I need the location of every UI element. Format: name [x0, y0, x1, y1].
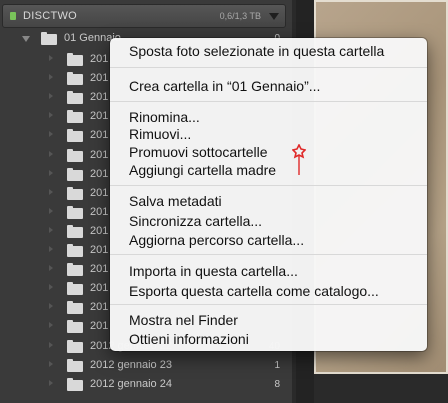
- drive-header[interactable]: DISCTWO 0,6/1,3 TB: [2, 4, 286, 28]
- menu-separator: [110, 185, 427, 186]
- folder-icon: [67, 205, 83, 219]
- disclosure-right-icon[interactable]: [49, 188, 53, 195]
- context-menu: Sposta foto selezionate in questa cartel…: [110, 38, 427, 351]
- disclosure-right-icon[interactable]: [49, 360, 53, 367]
- menu-item-move-photos[interactable]: Sposta foto selezionate in questa cartel…: [129, 43, 384, 59]
- menu-item-export-catalog[interactable]: Esporta questa cartella come catalogo...: [129, 283, 379, 299]
- folder-icon: [67, 72, 83, 86]
- disclosure-right-icon[interactable]: [49, 303, 53, 310]
- folder-icon: [67, 358, 83, 372]
- folder-icon: [67, 186, 83, 200]
- menu-item-add-parent-folder[interactable]: Aggiungi cartella madre: [129, 162, 276, 178]
- folder-icon: [67, 53, 83, 66]
- disclosure-right-icon[interactable]: [49, 226, 53, 233]
- menu-separator: [110, 254, 427, 255]
- folder-label: 201: [90, 205, 109, 218]
- folder-count: 1: [274, 359, 280, 371]
- folder-label: 201: [90, 224, 109, 237]
- folder-label: 201: [90, 167, 109, 180]
- folder-label: 201: [90, 263, 109, 276]
- folder-icon: [67, 129, 83, 143]
- folder-label: 201: [90, 53, 109, 65]
- menu-item-remove[interactable]: Rimuovi...: [129, 126, 191, 142]
- disclosure-right-icon[interactable]: [49, 322, 53, 329]
- drive-status-icon: [10, 12, 16, 20]
- folder-label: 201: [90, 110, 109, 123]
- folder-label: 2012 gennaio 23: [90, 358, 172, 371]
- menu-item-create-folder[interactable]: Crea cartella in “01 Gennaio”...: [129, 78, 320, 94]
- folder-label: 201: [90, 320, 109, 333]
- folder-icon: [67, 244, 83, 257]
- disclosure-right-icon[interactable]: [49, 379, 53, 386]
- disclosure-right-icon[interactable]: [49, 207, 53, 214]
- folder-label: 201: [90, 244, 109, 256]
- folder-row[interactable]: 2012 gennaio 24 8: [0, 375, 292, 394]
- disclosure-right-icon[interactable]: [49, 150, 53, 157]
- folder-label: 201: [90, 186, 109, 199]
- disclosure-right-icon[interactable]: [49, 246, 53, 252]
- disclosure-right-icon[interactable]: [49, 131, 53, 138]
- folder-icon: [41, 32, 57, 45]
- menu-item-rename[interactable]: Rinomina...: [129, 109, 200, 125]
- folder-label: 201: [90, 72, 109, 85]
- folder-icon: [67, 320, 83, 334]
- folder-label: 201: [90, 148, 109, 161]
- folder-icon: [67, 263, 83, 277]
- folder-icon: [67, 91, 83, 105]
- disclosure-right-icon[interactable]: [49, 169, 53, 176]
- disclosure-right-icon[interactable]: [49, 112, 53, 119]
- folder-icon: [67, 148, 83, 162]
- disclosure-right-icon[interactable]: [49, 265, 53, 272]
- disclosure-right-icon[interactable]: [49, 284, 53, 291]
- map-pin-icon: [292, 144, 306, 175]
- menu-item-sync-folder[interactable]: Sincronizza cartella...: [129, 213, 262, 229]
- drive-menu-arrow-icon[interactable]: [269, 13, 279, 20]
- menu-separator: [110, 304, 427, 305]
- folder-label: 201: [90, 301, 109, 314]
- folder-label: 201: [90, 129, 109, 142]
- folder-icon: [67, 301, 83, 315]
- folder-icon: [67, 339, 83, 353]
- folder-label: 201: [90, 91, 109, 104]
- menu-separator: [110, 101, 427, 102]
- folder-label: 201: [90, 282, 109, 295]
- menu-item-update-folder-path[interactable]: Aggiorna percorso cartella...: [129, 232, 304, 248]
- disclosure-right-icon[interactable]: [49, 93, 53, 100]
- menu-item-promote-subfolders[interactable]: Promuovi sottocartelle: [129, 144, 268, 160]
- menu-item-import-here[interactable]: Importa in questa cartella...: [129, 263, 298, 279]
- drive-size: 0,6/1,3 TB: [219, 11, 261, 21]
- drive-name: DISCTWO: [23, 10, 78, 22]
- disclosure-right-icon[interactable]: [49, 341, 53, 348]
- folder-icon: [67, 110, 83, 124]
- disclosure-right-icon[interactable]: [49, 55, 53, 61]
- menu-item-save-metadata[interactable]: Salva metadati: [129, 193, 222, 209]
- folder-icon: [67, 282, 83, 296]
- folder-count: 8: [274, 378, 280, 390]
- disclosure-right-icon[interactable]: [49, 74, 53, 81]
- folder-label: 2012 gennaio 24: [90, 377, 172, 390]
- folder-row[interactable]: 2012 gennaio 23 1: [0, 356, 292, 375]
- menu-separator: [110, 67, 427, 68]
- folder-icon: [67, 377, 83, 391]
- folder-icon: [67, 167, 83, 181]
- folder-icon: [67, 224, 83, 238]
- menu-item-get-info[interactable]: Ottieni informazioni: [129, 331, 249, 347]
- disclosure-down-icon[interactable]: [22, 36, 30, 42]
- menu-item-show-in-finder[interactable]: Mostra nel Finder: [129, 312, 238, 328]
